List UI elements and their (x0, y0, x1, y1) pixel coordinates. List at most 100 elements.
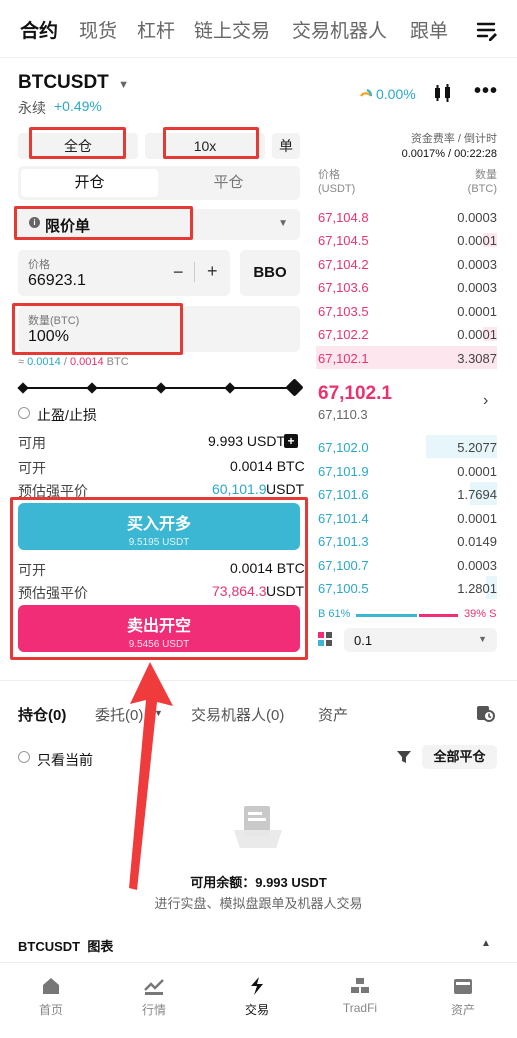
nav-trade[interactable]: 交易 (222, 975, 292, 1018)
buy-ratio-bar (356, 614, 417, 617)
filter-icon[interactable] (396, 749, 412, 770)
liq-unit-sell: USDT (266, 583, 305, 599)
tab-open[interactable]: 开仓 (21, 169, 158, 197)
nav-trade-label: 交易 (244, 1003, 269, 1017)
slider-handle[interactable] (285, 378, 304, 397)
tab-close[interactable]: 平仓 (160, 169, 297, 197)
nav-tradfi-label: TradFi (342, 1001, 378, 1015)
ob-qty-header-unit: (BTC) (467, 183, 497, 195)
menu-edit-icon[interactable] (469, 14, 503, 48)
increase-price-button[interactable]: + (207, 261, 218, 282)
bbo-button[interactable]: BBO (240, 250, 300, 296)
tab-assets[interactable]: 资产 (318, 704, 348, 725)
funding-info[interactable]: 资金费率 / 倒计时 0.0017% / 00:22:28 (402, 132, 497, 162)
more-icon[interactable]: ••• (474, 80, 498, 103)
pnl-percent: 0.00% (376, 86, 416, 102)
history-icon[interactable] (475, 703, 495, 728)
bid-qty: 1.2801 (457, 581, 497, 596)
chevron-down-icon: ▼ (118, 79, 129, 91)
decrease-price-button[interactable]: − (173, 262, 184, 283)
tab-bots[interactable]: 交易机器人 (292, 16, 387, 43)
bid-price[interactable]: 67,101.3 (318, 534, 369, 549)
sell-short-button[interactable]: 卖出开空 9.5456 USDT (18, 605, 300, 652)
close-all-button[interactable]: 全部平仓 (422, 745, 497, 769)
nav-assets[interactable]: 资产 (428, 975, 498, 1018)
qty-hint-unit: BTC (106, 356, 129, 368)
price-input[interactable]: 价格 66923.1 − + (18, 250, 230, 296)
ask-qty: 0.0003 (457, 210, 497, 225)
quantity-value: 100% (28, 328, 69, 345)
chart-section-title[interactable]: BTCUSDT 图表 (18, 936, 113, 955)
quantity-slider[interactable] (17, 378, 304, 397)
open-value-sell: 0.0014 BTC (230, 560, 305, 576)
qty-hint-sep: / (63, 356, 67, 368)
bottom-nav: 首页 行情 交易 TradFi 资产 (0, 962, 517, 1038)
available-label: 可用 (18, 435, 46, 451)
tab-bot-positions[interactable]: 交易机器人(0) (191, 704, 284, 725)
contract-type: 永续 (18, 100, 46, 116)
chevron-up-icon[interactable]: ▲ (481, 938, 491, 949)
depth-mode-icon[interactable] (318, 632, 332, 651)
ob-qty-header: 数量 (BTC) (468, 168, 497, 196)
tab-positions[interactable]: 持仓(0) (18, 704, 66, 725)
open-label-sell: 可开 (18, 562, 46, 578)
precision-select[interactable]: 0.1 ▼ (344, 628, 497, 652)
tab-spot[interactable]: 现货 (79, 16, 117, 43)
bid-price[interactable]: 67,101.9 (318, 464, 369, 479)
ask-qty: 0.0003 (457, 280, 497, 295)
funding-label: 资金费率 / 倒计时 (410, 133, 497, 145)
bid-price[interactable]: 67,101.6 (318, 487, 369, 502)
buy-long-button[interactable]: 买入开多 9.5195 USDT (18, 503, 300, 550)
nav-tradfi[interactable]: TradFi (325, 975, 395, 1015)
position-mode-button[interactable]: 单 (272, 133, 300, 159)
tab-margin[interactable]: 杠杆 (137, 16, 175, 43)
info-icon: i (29, 217, 40, 228)
last-price[interactable]: 67,102.1 (318, 383, 392, 405)
ask-price[interactable]: 67,104.5 (318, 233, 369, 248)
open-value-buy: 0.0014 BTC (230, 458, 305, 474)
ask-qty: 0.0001 (457, 304, 497, 319)
bid-price[interactable]: 67,100.5 (318, 581, 369, 596)
tab-copy[interactable]: 跟单 (410, 16, 448, 43)
ask-price[interactable]: 67,103.5 (318, 304, 369, 319)
funding-value: 0.0017% / 00:22:28 (401, 148, 497, 160)
ask-price[interactable]: 67,104.8 (318, 210, 369, 225)
market-chart-icon (143, 975, 165, 997)
ask-price[interactable]: 67,102.1 (318, 351, 369, 366)
bid-qty: 0.0003 (457, 558, 497, 573)
divider (194, 262, 195, 282)
slider-mark-50 (155, 382, 167, 394)
ask-price[interactable]: 67,102.2 (318, 327, 369, 342)
tab-onchain[interactable]: 链上交易 (194, 16, 270, 43)
nav-home[interactable]: 首页 (16, 975, 86, 1018)
order-type-select[interactable]: i 限价单 ▼ (18, 209, 300, 240)
leverage-button[interactable]: 10x (145, 133, 265, 159)
liq-label-sell: 预估强平价 (18, 585, 88, 601)
transfer-add-icon[interactable]: + (284, 434, 298, 448)
slider-mark-25 (86, 382, 98, 394)
bid-price[interactable]: 67,100.7 (318, 558, 369, 573)
bid-price[interactable]: 67,102.0 (318, 440, 369, 455)
candlestick-chart-icon[interactable] (432, 82, 454, 109)
home-icon (40, 975, 62, 997)
sell-label: 卖出开空 (126, 618, 191, 635)
symbol-title[interactable]: BTCUSDT ▼ (18, 72, 129, 94)
tab-contract[interactable]: 合约 (20, 16, 58, 43)
ask-price[interactable]: 67,103.6 (318, 280, 369, 295)
ob-qty-header-label: 数量 (475, 169, 497, 181)
nav-markets[interactable]: 行情 (119, 975, 189, 1018)
bid-price[interactable]: 67,101.4 (318, 511, 369, 526)
symbol-name: BTCUSDT (18, 72, 109, 93)
margin-mode-button[interactable]: 全仓 (18, 133, 138, 159)
slider-mark-0 (17, 382, 29, 394)
chevron-right-icon[interactable]: › (483, 392, 488, 410)
ob-price-header-unit: (USDT) (318, 183, 356, 195)
quantity-input[interactable]: 数量(BTC) 100% (18, 306, 300, 352)
nav-markets-label: 行情 (141, 1003, 166, 1017)
balance-label: 可用余额： (190, 875, 256, 890)
liq-value-buy: 60,101.9 (212, 481, 267, 497)
checkbox-circle-icon (18, 407, 30, 419)
ask-price[interactable]: 67,104.2 (318, 257, 369, 272)
ask-qty: 3.3087 (457, 351, 497, 366)
ob-price-header-label: 价格 (318, 169, 340, 181)
